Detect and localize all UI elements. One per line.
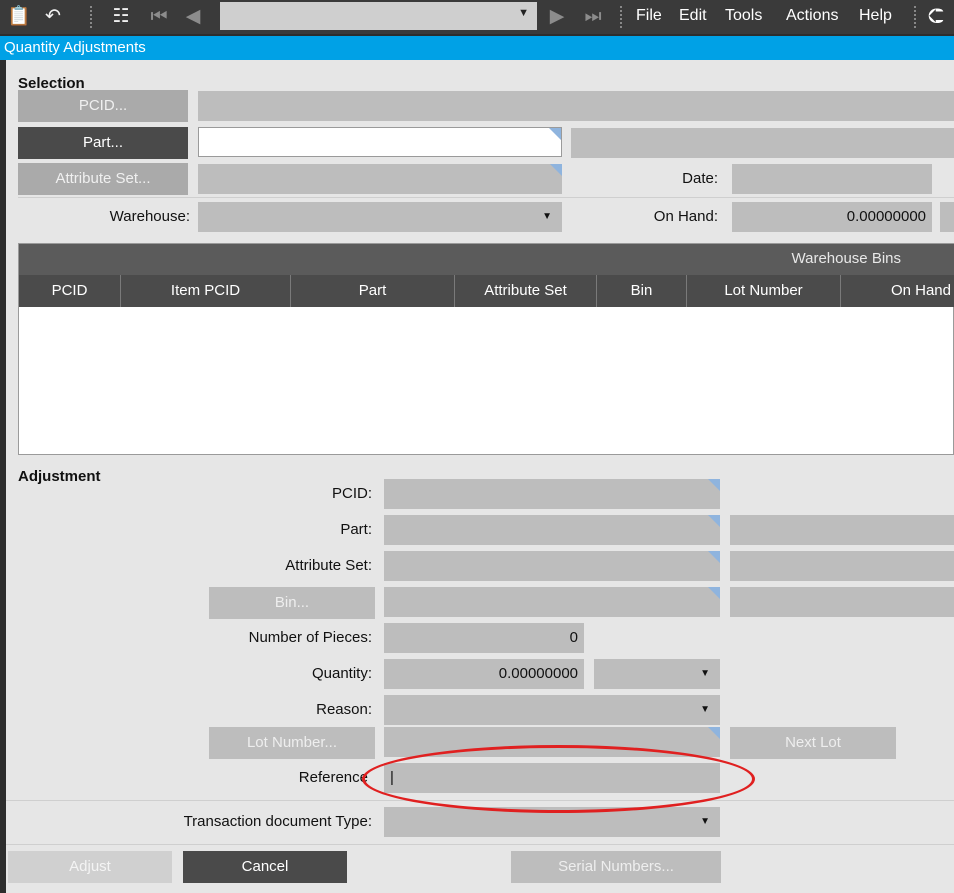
adjustment-pcid-field[interactable] xyxy=(384,479,720,509)
lookup-corner-icon xyxy=(708,551,720,563)
lot-number-lookup-button[interactable]: Lot Number... xyxy=(209,727,375,759)
toolbar-separator xyxy=(620,6,622,28)
chevron-down-icon: ▼ xyxy=(700,668,710,679)
menu-actions[interactable]: Actions xyxy=(786,7,838,25)
on-hand-field: 0.00000000 xyxy=(732,202,932,232)
undo-icon[interactable]: ↶ xyxy=(40,3,66,31)
reference-input[interactable]: | xyxy=(384,763,720,793)
chevron-down-icon: ▼ xyxy=(542,211,552,222)
bin-lookup-button[interactable]: Bin... xyxy=(209,587,375,619)
column-attribute-set[interactable]: Attribute Set xyxy=(455,275,597,307)
next-lot-button[interactable]: Next Lot xyxy=(730,727,896,759)
pcid-lookup-button[interactable]: PCID... xyxy=(18,90,188,122)
cancel-button[interactable]: Cancel xyxy=(183,851,347,883)
column-pcid[interactable]: PCID xyxy=(19,275,121,307)
adjustment-attribute-set-description xyxy=(730,551,954,581)
chevron-down-icon: ▼ xyxy=(518,7,529,19)
reference-value: | xyxy=(390,769,394,786)
adjustment-section-label: Adjustment xyxy=(18,468,101,485)
binoculars-icon[interactable]: ☷ xyxy=(108,3,134,31)
adjust-button[interactable]: Adjust xyxy=(8,851,172,883)
main-toolbar: 📋 ↶ ☷ ⏮ ◀ ▼ ▶ ⏭ File Edit Tools Actions … xyxy=(0,0,954,34)
clipboard-icon[interactable]: 📋 xyxy=(6,3,32,31)
on-hand-uom-field xyxy=(940,202,954,232)
next-record-icon[interactable]: ▶ xyxy=(544,3,570,31)
column-part[interactable]: Part xyxy=(291,275,455,307)
first-record-icon[interactable]: ⏮ xyxy=(146,3,172,31)
previous-record-icon[interactable]: ◀ xyxy=(180,3,206,31)
divider xyxy=(18,197,954,198)
uom-select[interactable]: ▼ xyxy=(594,659,720,689)
lookup-corner-icon xyxy=(549,128,561,140)
lookup-corner-icon xyxy=(708,727,720,739)
quantity-label: Quantity: xyxy=(311,665,372,682)
on-hand-label: On Hand: xyxy=(653,208,718,225)
bin-field[interactable] xyxy=(384,587,720,617)
reference-label: Reference xyxy=(298,769,368,786)
quantity-input[interactable]: 0.00000000 xyxy=(384,659,584,689)
number-of-pieces-label: Number of Pieces: xyxy=(248,629,372,646)
record-navigator-combo[interactable]: ▼ xyxy=(220,2,537,30)
chevron-down-icon: ▼ xyxy=(700,704,710,715)
transaction-document-type-select[interactable]: ▼ xyxy=(384,807,720,837)
back-circle-icon[interactable]: ⮈ xyxy=(928,3,954,31)
adjustment-part-label: Part: xyxy=(340,521,372,538)
lookup-corner-icon xyxy=(708,479,720,491)
part-lookup-button[interactable]: Part... xyxy=(18,127,188,159)
chevron-down-icon: ▼ xyxy=(700,816,710,827)
adjustment-part-field[interactable] xyxy=(384,515,720,545)
column-item-pcid[interactable]: Item PCID xyxy=(121,275,291,307)
attribute-set-lookup-button[interactable]: Attribute Set... xyxy=(18,163,188,195)
warehouse-bins-grid[interactable]: Warehouse Bins PCID Item PCID Part Attri… xyxy=(18,243,954,455)
lot-number-field[interactable] xyxy=(384,727,720,757)
adjustment-attribute-set-field[interactable] xyxy=(384,551,720,581)
last-record-icon[interactable]: ⏭ xyxy=(580,3,606,31)
serial-numbers-button[interactable]: Serial Numbers... xyxy=(511,851,721,883)
reason-label: Reason: xyxy=(316,701,372,718)
quantity-value: 0.00000000 xyxy=(498,665,578,682)
warehouse-label: Warehouse: xyxy=(109,208,190,225)
divider xyxy=(6,844,954,845)
toolbar-separator xyxy=(914,6,916,28)
date-field xyxy=(732,164,932,194)
selection-part-description xyxy=(571,128,954,158)
column-bin[interactable]: Bin xyxy=(597,275,687,307)
divider xyxy=(6,800,954,801)
on-hand-value: 0.00000000 xyxy=(846,208,926,225)
window-title: Quantity Adjustments xyxy=(0,36,954,60)
warehouse-bins-header: Warehouse Bins xyxy=(791,250,902,267)
grid-column-header: PCID Item PCID Part Attribute Set Bin Lo… xyxy=(19,275,954,307)
transaction-document-type-label: Transaction document Type: xyxy=(183,813,372,830)
number-of-pieces-input[interactable]: 0 xyxy=(384,623,584,653)
bin-description xyxy=(730,587,954,617)
reason-select[interactable]: ▼ xyxy=(384,695,720,725)
adjustment-part-description xyxy=(730,515,954,545)
selection-attribute-set-field[interactable] xyxy=(198,164,562,194)
column-on-hand[interactable]: On Hand xyxy=(841,275,954,307)
number-of-pieces-value: 0 xyxy=(569,629,578,646)
menu-help[interactable]: Help xyxy=(859,7,892,25)
menu-file[interactable]: File xyxy=(636,7,662,25)
toolbar-separator xyxy=(90,6,92,28)
adjustment-pcid-label: PCID: xyxy=(331,485,372,502)
menu-edit[interactable]: Edit xyxy=(679,7,707,25)
warehouse-select[interactable]: ▼ xyxy=(198,202,562,232)
menu-tools[interactable]: Tools xyxy=(725,7,762,25)
grid-group-header: Warehouse Bins xyxy=(19,244,954,275)
lookup-corner-icon xyxy=(708,515,720,527)
column-lot-number[interactable]: Lot Number xyxy=(687,275,841,307)
date-label: Date: xyxy=(682,170,718,187)
selection-part-input[interactable] xyxy=(198,127,562,157)
lookup-corner-icon xyxy=(708,587,720,599)
selection-pcid-field[interactable] xyxy=(198,91,954,121)
quantity-adjustments-panel: Selection PCID... Part... Attribute Set.… xyxy=(6,60,954,893)
adjustment-attribute-set-label: Attribute Set: xyxy=(285,557,372,574)
lookup-corner-icon xyxy=(550,164,562,176)
